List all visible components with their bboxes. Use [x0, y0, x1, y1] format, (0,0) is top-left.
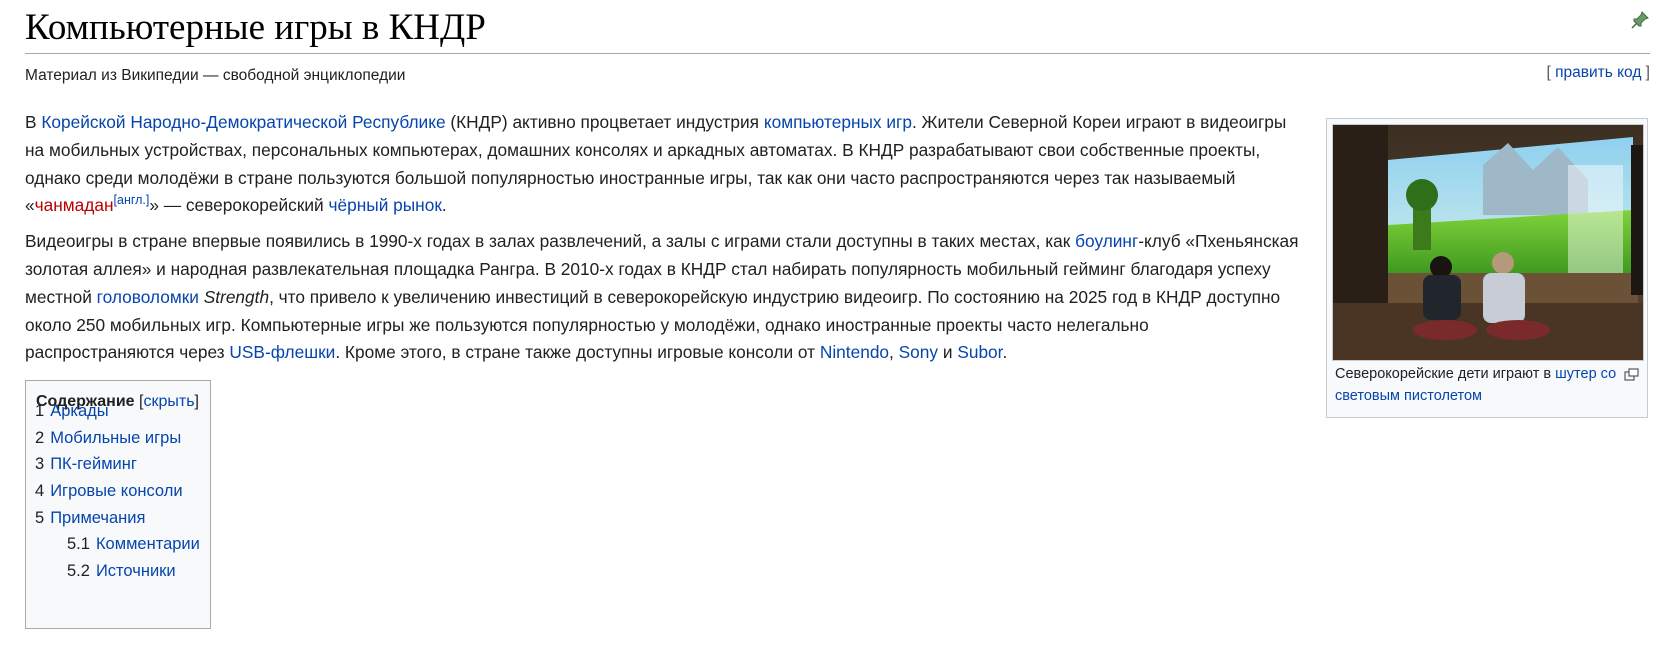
- text-run: . Кроме этого, в стране также доступны и…: [335, 342, 820, 363]
- toc-hide-toggle[interactable]: скрыть: [143, 393, 194, 410]
- toc-item-mobile[interactable]: 2 Мобильные игры: [35, 427, 181, 449]
- link-sony[interactable]: Sony: [899, 342, 938, 362]
- game-title-strength: Strength: [203, 286, 270, 307]
- toc-item-consoles[interactable]: 4 Игровые консоли: [35, 480, 183, 502]
- toc-number: 5.1: [67, 535, 90, 553]
- text-run: ,: [889, 342, 899, 363]
- link-video-games[interactable]: компьютерных игр: [764, 112, 912, 132]
- text-run: » — северокорейский: [149, 195, 329, 216]
- toc-link[interactable]: Аркады: [50, 402, 108, 420]
- text-run: .: [1002, 342, 1008, 363]
- pushpin-icon[interactable]: [1630, 10, 1650, 30]
- link-usb-flash[interactable]: USB-флешки: [229, 342, 335, 362]
- toc-number: 2: [35, 429, 45, 447]
- text-run: .: [441, 195, 447, 216]
- toc-item-arcades[interactable]: 1 Аркады: [35, 400, 109, 422]
- toc-bracket-close: ]: [194, 393, 199, 410]
- toc-link[interactable]: Мобильные игры: [50, 429, 181, 447]
- toc-toggle-wrapper: [скрыть]: [135, 393, 199, 410]
- link-jangmadang[interactable]: чанмадан: [35, 195, 114, 215]
- link-nintendo[interactable]: Nintendo: [820, 342, 889, 362]
- thumbnail-figure: Северокорейские дети играют в шутер со с…: [1326, 118, 1648, 418]
- toc-link[interactable]: Комментарии: [96, 535, 200, 553]
- site-tagline: Материал из Википедии — свободной энцикл…: [25, 67, 406, 84]
- arcade-photo[interactable]: [1332, 124, 1644, 361]
- toc-item-notes[interactable]: 5 Примечания: [35, 507, 145, 529]
- text-run: и: [938, 342, 958, 363]
- toc-link[interactable]: Игровые консоли: [50, 482, 182, 500]
- table-of-contents: Содержание [скрыть] 1 Аркады 2 Мобильные и…: [25, 380, 211, 629]
- link-dprk[interactable]: Корейской Народно-Демократической Респуб…: [41, 112, 445, 132]
- toc-item-pc[interactable]: 3 ПК-гейминг: [35, 453, 137, 475]
- toc-number: 1: [35, 402, 45, 420]
- edit-source-link[interactable]: править код: [1555, 64, 1641, 81]
- toc-number: 4: [35, 482, 45, 500]
- edit-bracket-open: [: [1546, 64, 1556, 81]
- link-black-market[interactable]: чёрный рынок: [329, 195, 442, 215]
- caption-text: Северокорейские дети играют в: [1335, 366, 1556, 382]
- toc-number: 5: [35, 509, 45, 527]
- toc-link[interactable]: ПК-гейминг: [50, 455, 137, 473]
- text-run: В: [25, 112, 42, 132]
- title-divider: [25, 53, 1650, 54]
- link-english-ref[interactable]: [англ.]: [114, 194, 150, 208]
- link-subor[interactable]: Subor: [957, 342, 1002, 362]
- edit-bracket-close: ]: [1641, 64, 1650, 81]
- thumbnail-caption: Северокорейские дети играют в шутер со с…: [1335, 363, 1617, 407]
- toc-number: 3: [35, 455, 45, 473]
- toc-item-sources[interactable]: 5.2 Источники: [67, 560, 176, 582]
- toc-link[interactable]: Примечания: [50, 509, 145, 527]
- link-bowling[interactable]: боулинг: [1075, 231, 1138, 251]
- article-body: В Корейской Народно-Демократической Респ…: [25, 109, 1300, 375]
- link-puzzle[interactable]: головоломки: [97, 287, 199, 307]
- text-run: Видеоигры в стране впервые появились в 1…: [25, 231, 1076, 252]
- page-title: Компьютерные игры в КНДР: [25, 7, 486, 48]
- history-paragraph: Видеоигры в стране впервые появились в 1…: [25, 228, 1300, 367]
- toc-number: 5.2: [67, 562, 90, 580]
- magnify-icon[interactable]: [1624, 368, 1639, 381]
- intro-paragraph: В Корейской Народно-Демократической Респ…: [25, 109, 1300, 220]
- edit-source-section: [ править код ]: [1546, 64, 1650, 82]
- text-run: (КНДР) активно процветает индустрия: [445, 112, 764, 132]
- toc-item-comments[interactable]: 5.1 Комментарии: [67, 533, 200, 555]
- toc-link[interactable]: Источники: [96, 562, 176, 580]
